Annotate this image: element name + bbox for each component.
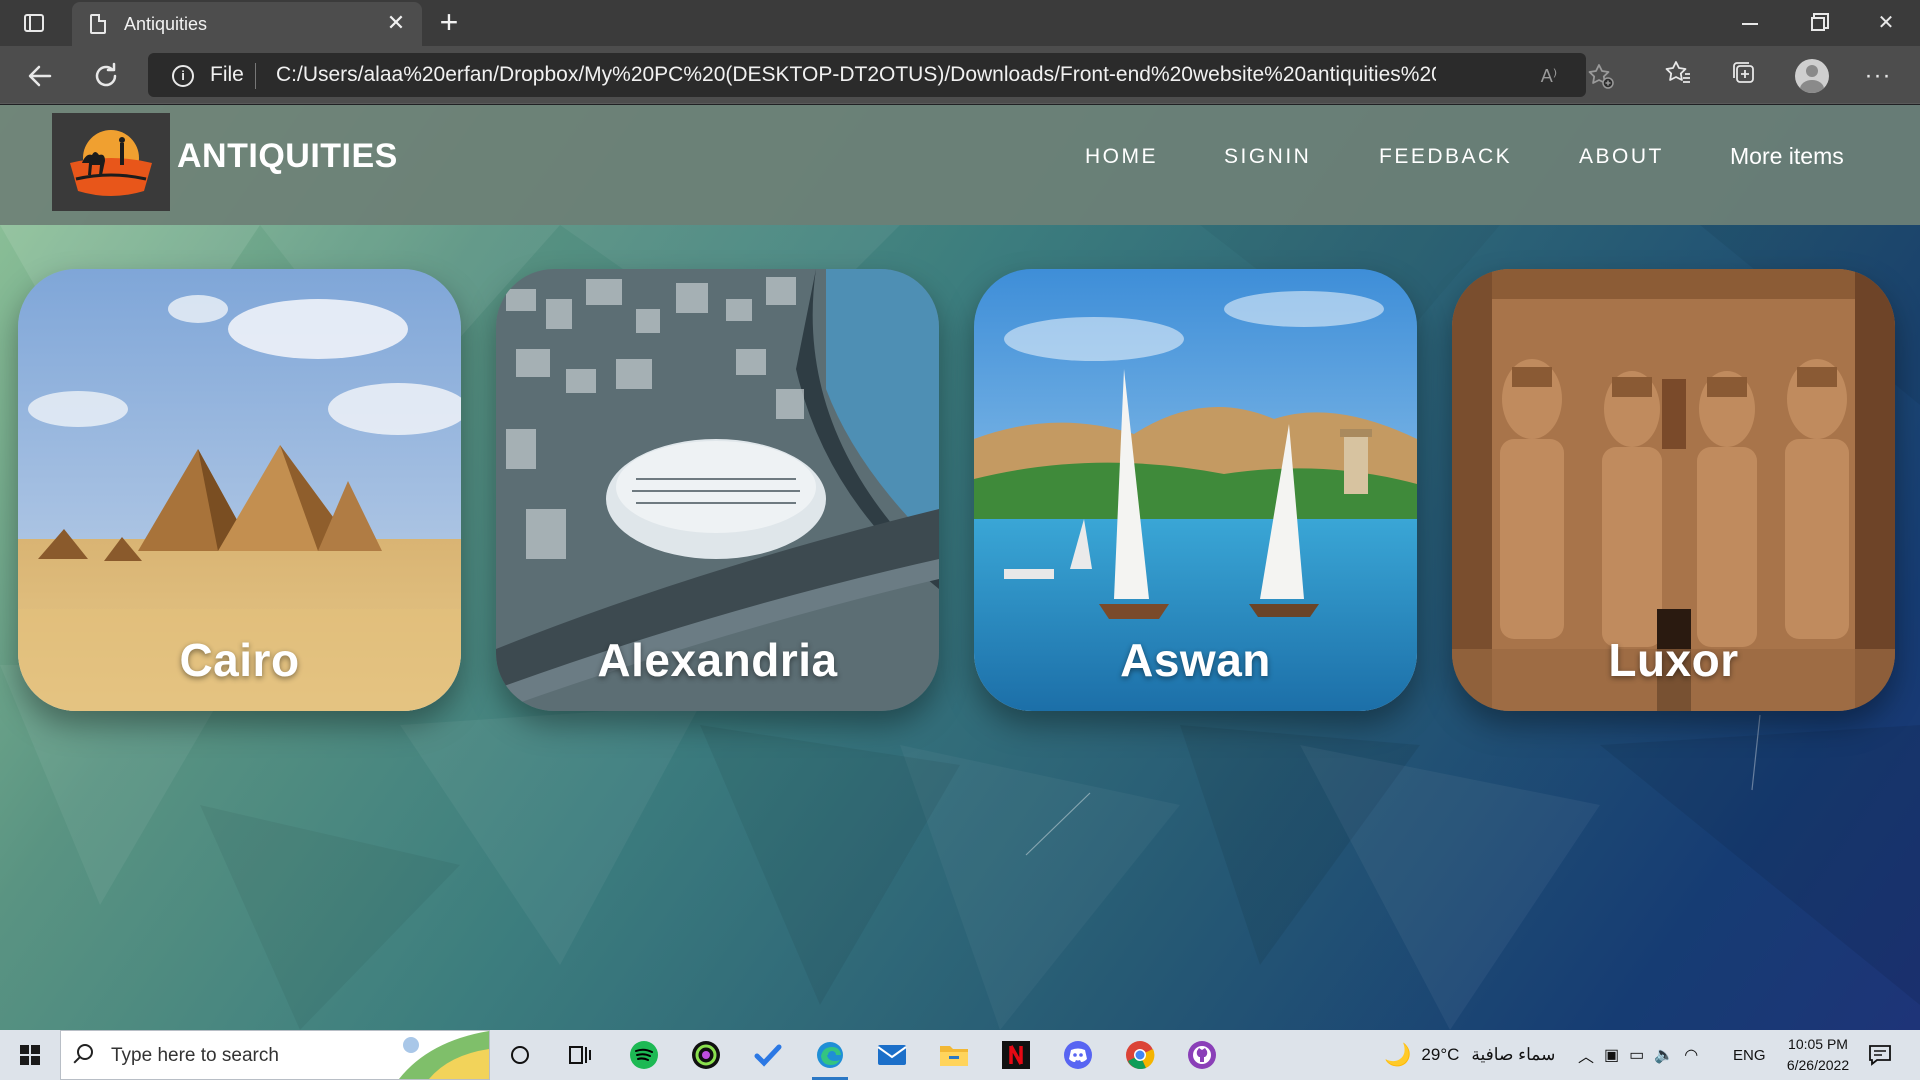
nav-more-items[interactable]: More items xyxy=(1730,143,1844,170)
taskbar-search-box[interactable]: Type here to search xyxy=(60,1030,490,1080)
nav-about[interactable]: ABOUT xyxy=(1579,145,1664,169)
site-logo[interactable] xyxy=(52,113,170,211)
back-icon[interactable] xyxy=(22,58,58,94)
system-clock[interactable]: 10:05 PM 6/26/2022 xyxy=(1772,1034,1864,1076)
moon-icon: 🌙 xyxy=(1384,1042,1412,1067)
chevron-up-icon[interactable]: ︿ xyxy=(1578,1043,1604,1067)
card-label-aswan: Aswan xyxy=(1120,634,1271,686)
meet-now-icon[interactable]: ▣ xyxy=(1604,1045,1629,1065)
weather-temp: 29°C xyxy=(1421,1045,1460,1064)
omnibox-separator xyxy=(255,63,256,89)
more-icon[interactable]: ··· xyxy=(1860,58,1896,94)
city-card-alexandria[interactable]: Alexandria xyxy=(496,269,939,711)
city-card-cairo[interactable]: Cairo xyxy=(18,269,461,711)
discord-icon[interactable] xyxy=(1058,1035,1098,1075)
browser-tab[interactable]: Antiquities ✕ xyxy=(72,2,422,46)
file-explorer-icon[interactable] xyxy=(934,1035,974,1075)
profile-avatar-icon[interactable] xyxy=(1794,58,1830,94)
nav-signin[interactable]: SIGNIN xyxy=(1224,145,1311,169)
search-icon xyxy=(77,1044,93,1060)
search-highlight-image xyxy=(399,1031,489,1079)
weather-description: سماء صافية xyxy=(1471,1045,1556,1064)
city-card-aswan[interactable]: Aswan xyxy=(974,269,1417,711)
tab-close-button[interactable]: ✕ xyxy=(384,11,408,35)
info-icon[interactable]: i xyxy=(172,65,194,87)
todo-icon[interactable] xyxy=(748,1035,788,1075)
wifi-icon[interactable]: ◠ xyxy=(1684,1045,1708,1065)
windows-taskbar: Type here to search 🌙 29°C سماء صافية ︿ … xyxy=(0,1030,1920,1080)
city-card-luxor[interactable]: Luxor xyxy=(1452,269,1895,711)
cortana-icon[interactable] xyxy=(500,1035,540,1075)
url-text[interactable]: C:/Users/alaa%20erfan/Dropbox/My%20PC%20… xyxy=(276,63,1436,87)
tab-actions-icon[interactable] xyxy=(18,11,50,35)
clock-date: 6/26/2022 xyxy=(1786,1057,1850,1073)
task-view-icon[interactable] xyxy=(560,1035,600,1075)
card-label-cairo: Cairo xyxy=(179,634,300,686)
nav-home[interactable]: HOME xyxy=(1085,145,1158,169)
github-icon[interactable] xyxy=(1182,1035,1222,1075)
site-header: ANTIQUITIES HOME SIGNIN FEEDBACK ABOUT M… xyxy=(0,105,1920,225)
brand-title[interactable]: ANTIQUITIES xyxy=(177,137,398,176)
favorite-add-icon[interactable] xyxy=(1586,62,1616,90)
system-tray-icons[interactable]: ︿ ▣ ▭ 🔈 ◠ xyxy=(1578,1030,1708,1080)
address-bar-row: i File C:/Users/alaa%20erfan/Dropbox/My%… xyxy=(0,46,1920,104)
mail-icon[interactable] xyxy=(872,1035,912,1075)
minimize-button[interactable] xyxy=(1720,6,1780,40)
windows-start-icon[interactable] xyxy=(0,1030,60,1080)
edge-icon[interactable] xyxy=(810,1035,850,1080)
restore-button[interactable] xyxy=(1788,6,1848,40)
battery-icon[interactable]: ▭ xyxy=(1629,1045,1654,1065)
page-icon xyxy=(90,14,106,34)
obs-icon[interactable] xyxy=(686,1035,726,1075)
tab-title: Antiquities xyxy=(124,13,208,34)
card-label-alexandria: Alexandria xyxy=(597,634,838,686)
read-aloud-icon[interactable]: A⁾ xyxy=(1534,62,1564,90)
favorites-icon[interactable] xyxy=(1660,58,1696,94)
collections-icon[interactable] xyxy=(1726,58,1762,94)
file-scheme-label: File xyxy=(210,63,244,86)
clock-time: 10:05 PM xyxy=(1788,1036,1848,1052)
window-close-button[interactable]: ✕ xyxy=(1856,6,1916,40)
card-label-luxor: Luxor xyxy=(1608,634,1739,686)
notification-icon[interactable] xyxy=(1868,1030,1892,1080)
new-tab-button[interactable]: + xyxy=(432,6,466,40)
nav-feedback[interactable]: FEEDBACK xyxy=(1379,145,1512,169)
weather-widget[interactable]: 🌙 29°C سماء صافية xyxy=(1384,1030,1555,1080)
reload-icon[interactable] xyxy=(88,58,124,94)
search-placeholder: Type here to search xyxy=(111,1045,279,1066)
tab-bar: Antiquities ✕ + ✕ xyxy=(0,0,1920,46)
volume-icon[interactable]: 🔈 xyxy=(1654,1045,1684,1065)
page-viewport: ANTIQUITIES HOME SIGNIN FEEDBACK ABOUT M… xyxy=(0,105,1920,1030)
netflix-icon[interactable] xyxy=(996,1035,1036,1075)
address-bar[interactable]: i File C:/Users/alaa%20erfan/Dropbox/My%… xyxy=(148,53,1614,97)
chrome-icon[interactable] xyxy=(1120,1035,1160,1075)
spotify-icon[interactable] xyxy=(624,1035,664,1075)
input-language[interactable]: ENG xyxy=(1733,1030,1766,1080)
